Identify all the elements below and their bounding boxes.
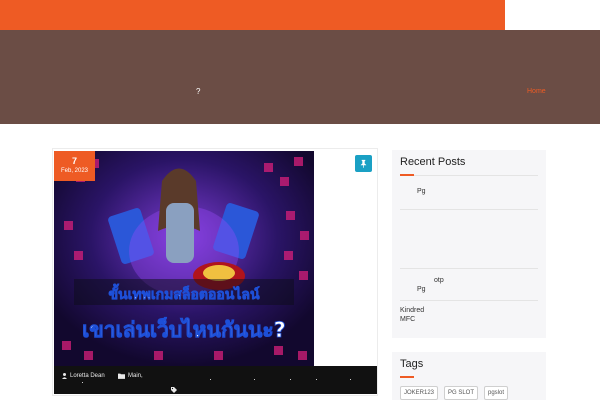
widget-title-accent (400, 376, 414, 378)
meta-separator (316, 379, 317, 380)
recent-posts-title: Recent Posts (400, 156, 466, 168)
page-title: ? (196, 87, 201, 96)
widget-title-accent (400, 174, 414, 176)
tags-title: Tags (400, 358, 424, 370)
user-icon (62, 373, 67, 379)
post-author-name: Loretta Dean (70, 373, 105, 379)
post-date-month: Feb, 2023 (60, 168, 89, 174)
post-date-badge: 7 Feb, 2023 (54, 151, 95, 181)
tag-link[interactable]: PG SLOT (444, 386, 479, 400)
recent-post-link[interactable]: Pg (400, 286, 538, 293)
meta-separator (350, 379, 351, 380)
post-category[interactable]: Main, (118, 373, 143, 379)
post-image-headline-2: เขาเล่นเว็บไหนกันนะ? (82, 316, 286, 342)
meta-separator (210, 379, 211, 380)
recent-post-link[interactable]: otp (400, 277, 538, 284)
breadcrumb-home-link[interactable]: Home (527, 88, 546, 95)
post-date-day: 7 (71, 156, 77, 166)
post-tags[interactable] (171, 380, 177, 398)
recent-post-divider (400, 268, 538, 269)
tags-widget: Tags JOKER123 PG SLOT pgslot (392, 352, 546, 400)
page-header: ? Home (0, 30, 600, 124)
tag-link[interactable]: pgslot (484, 386, 509, 400)
recent-post-link[interactable]: Kindred MFC (400, 306, 440, 324)
recent-posts-widget: Recent Posts Pg otp Pg Kindred MFC (392, 150, 546, 338)
post-category-name: Main, (128, 373, 143, 379)
post-meta-bar: Loretta Dean Main, (54, 366, 377, 394)
tag-link[interactable]: JOKER123 (400, 386, 439, 400)
meta-separator (254, 379, 255, 380)
sticky-post-button[interactable] (355, 155, 372, 172)
meta-separator (290, 379, 291, 380)
tag-icon (171, 387, 177, 393)
recent-post-link[interactable]: Pg (400, 188, 538, 195)
recent-post-divider (400, 209, 538, 210)
post-image-art: ขั้นเทพเกมสล็อตออนไลน์ เขาเล่นเว็บไหนกัน… (54, 151, 314, 366)
folder-icon (118, 373, 125, 379)
top-bar-accent (0, 0, 505, 30)
recent-post-divider (400, 300, 538, 301)
widget-divider (400, 175, 538, 176)
post-author[interactable]: Loretta Dean (62, 373, 105, 379)
pin-icon (360, 159, 367, 168)
top-bar (0, 0, 600, 30)
post-featured-image[interactable]: ขั้นเทพเกมสล็อตออนไลน์ เขาเล่นเว็บไหนกัน… (54, 151, 314, 366)
meta-separator (82, 382, 83, 383)
